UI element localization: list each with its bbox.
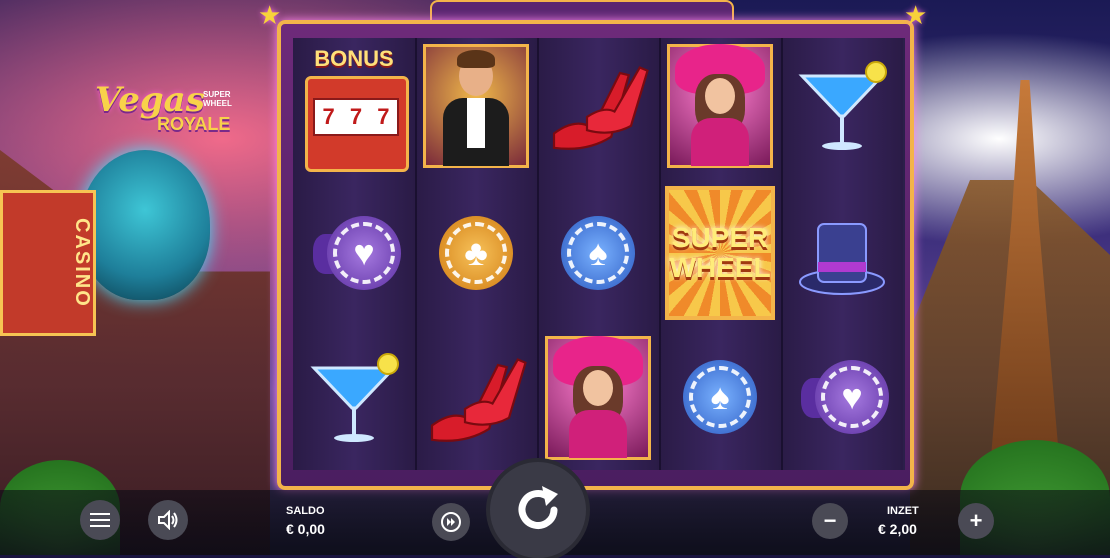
bonus-label: BONUS: [314, 46, 394, 71]
plus-icon: +: [969, 508, 983, 533]
showgirl-dress: [691, 118, 749, 166]
logo-royale: ROYALE: [157, 114, 231, 134]
bet-label: INZET: [887, 505, 919, 517]
showgirl-face: [583, 370, 613, 406]
heart-chip-icon: ♥: [327, 216, 401, 290]
slot-digits: 7 7 7: [313, 98, 399, 136]
star-icon: ★: [904, 0, 928, 30]
decrease-bet-button[interactable]: −: [812, 503, 848, 539]
super-wheel-card: SUPER WHEEL: [665, 186, 775, 320]
symbol-bonus-slot: BONUS 7 7 7: [295, 38, 413, 174]
frame-top-marquee: [430, 0, 734, 22]
sound-button[interactable]: [148, 500, 188, 540]
crooner-shirt: [467, 98, 485, 148]
symbol-martini: [783, 38, 901, 174]
symbol-chip-spade: ♠: [539, 186, 657, 322]
symbol-super-wheel: SUPER WHEEL: [661, 182, 779, 324]
top-hat-icon: [799, 223, 885, 295]
hamburger-icon: [90, 513, 110, 527]
crooner-hair: [457, 50, 495, 68]
red-heels-icon: [430, 358, 527, 442]
balance-value: € 0,00: [286, 521, 325, 537]
symbol-chip-spade: ♠: [661, 330, 779, 466]
symbol-chip-club: ♣: [417, 186, 535, 322]
martini-icon: [798, 61, 887, 150]
logo-super-wheel-badge: SUPER WHEEL: [203, 90, 232, 108]
spade-chip-icon: ♠: [561, 216, 635, 290]
fast-forward-icon: [441, 512, 461, 532]
bet-value: € 2,00: [878, 521, 917, 537]
game-logo: Vegas SUPER WHEEL ROYALE: [95, 80, 255, 140]
casino-sign: CASINO: [0, 190, 96, 336]
speaker-icon: [158, 510, 178, 530]
increase-bet-button[interactable]: +: [958, 503, 994, 539]
showgirl-face: [705, 78, 735, 114]
super-wheel-line2: WHEEL: [669, 252, 771, 283]
spin-button[interactable]: [490, 462, 586, 558]
slot-digit: 7: [322, 104, 335, 129]
symbol-chip-heart: ♥: [295, 186, 413, 322]
club-chip-icon: ♣: [439, 216, 513, 290]
heart-chip-icon: ♥: [815, 360, 889, 434]
symbol-chip-heart: ♥: [783, 330, 901, 466]
minus-icon: −: [823, 508, 837, 533]
martini-icon: [310, 353, 399, 442]
symbol-showgirl: [661, 38, 779, 174]
slot-digit: 7: [349, 104, 363, 129]
symbol-martini: [295, 330, 413, 466]
balance-label: SALDO: [286, 505, 325, 517]
menu-button[interactable]: [80, 500, 120, 540]
hot-air-balloon-sign: [80, 150, 210, 300]
symbol-showgirl: [539, 330, 657, 466]
symbol-red-heels: [539, 38, 657, 174]
symbol-crooner: [417, 38, 535, 174]
spin-arrow-icon: [518, 486, 558, 529]
symbol-top-hat: [783, 186, 901, 322]
red-heels-icon: [552, 66, 649, 150]
star-icon: ★: [258, 0, 282, 30]
super-wheel-line1: SUPER: [671, 222, 769, 253]
slot-digit: 7: [377, 104, 390, 129]
symbol-red-heels: [417, 330, 535, 466]
spade-chip-icon: ♠: [683, 360, 757, 434]
autoplay-button[interactable]: [432, 503, 470, 541]
showgirl-dress: [569, 410, 627, 458]
reel-area: BONUS 7 7 7 ♥ ♣ ♠ SUPER WHEEL ♠ ♥: [293, 38, 905, 470]
